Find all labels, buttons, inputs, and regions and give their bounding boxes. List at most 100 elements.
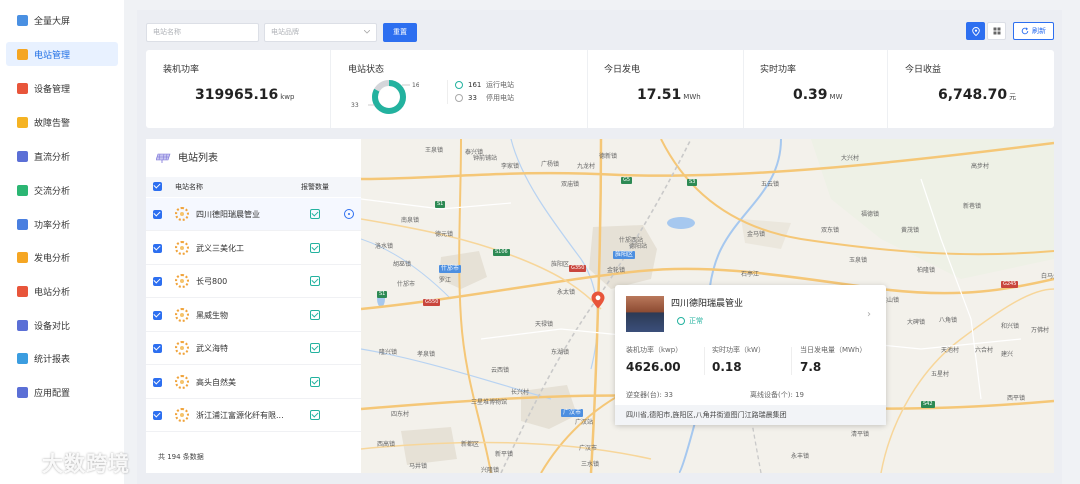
sidebar-item[interactable]: 统计报表 bbox=[6, 346, 118, 370]
map-place-label: 五云镇 bbox=[761, 181, 780, 188]
stat-income-value: 6,748.70 元 bbox=[938, 87, 1017, 103]
map-place-label: 洛水镇 bbox=[375, 243, 394, 250]
station-row[interactable]: 长弓800 bbox=[146, 265, 361, 298]
sidebar-item[interactable]: 应用配置 bbox=[6, 380, 118, 404]
map-place-label: 胡巫镇 bbox=[393, 261, 412, 268]
locate-icon[interactable] bbox=[344, 209, 354, 219]
station-name-input[interactable]: 电站名称 bbox=[146, 22, 259, 42]
report-checkbox[interactable] bbox=[310, 309, 320, 320]
station-gear-icon bbox=[175, 307, 189, 322]
station-gear-icon bbox=[175, 374, 189, 389]
report-checkbox[interactable] bbox=[310, 209, 320, 219]
station-row[interactable]: 浙江浦江富源化纤有限... bbox=[146, 399, 361, 432]
map-place-label: 金轮镇 bbox=[607, 267, 626, 274]
sidebar-item[interactable]: 电站分析 bbox=[6, 279, 118, 303]
map-place-label: 罗江 bbox=[439, 277, 452, 284]
map-place-label: 大兴村 bbox=[841, 155, 860, 162]
row-checkbox[interactable] bbox=[153, 210, 162, 219]
map-place-label: 清平镇 bbox=[851, 431, 870, 438]
check-circle-icon bbox=[677, 317, 685, 325]
check-circle-icon bbox=[455, 81, 463, 89]
map-place-label: 马井镇 bbox=[409, 463, 428, 470]
legend-stopped: 33 停用电站 bbox=[455, 93, 514, 103]
select-all-checkbox[interactable] bbox=[153, 182, 162, 191]
stat-realtime: 实时功率 0.39 MW bbox=[744, 50, 887, 128]
stat-installed: 装机功率 319965.16 kwp bbox=[146, 50, 330, 128]
refresh-button[interactable]: 刷新 bbox=[1013, 22, 1054, 40]
sidebar-item[interactable]: 发电分析 bbox=[6, 245, 118, 269]
map-road-sign: S1 bbox=[435, 201, 446, 208]
report-checkbox[interactable] bbox=[310, 410, 320, 420]
map-place-label: 广汉站 bbox=[575, 419, 594, 426]
station-map[interactable]: 王泉镇 泰兴镇 钟前铺站 德新镇 广杨镇 李家镇 九龙村 双庙镇 五云镇 高步村 新巷镇 大兴村 金马镇… bbox=[361, 139, 1054, 473]
report-checkbox[interactable] bbox=[310, 242, 320, 253]
station-list-title: 电站列表 bbox=[156, 149, 218, 164]
station-info-popup[interactable]: 四川德阳瑞晨管业 正常 › 装机功率（kwp） 4626.00 实时功率（kW）… bbox=[615, 285, 886, 425]
map-place-label: 东湖镇 bbox=[551, 349, 570, 356]
station-brand-placeholder: 电站品牌 bbox=[271, 28, 299, 36]
legend-running: 161 运行电站 bbox=[455, 80, 514, 90]
col-report-count: 报警数量 bbox=[301, 183, 329, 191]
sidebar-item-label: 统计报表 bbox=[34, 354, 71, 365]
row-checkbox[interactable] bbox=[153, 344, 162, 353]
map-place-label: 德阳站 bbox=[629, 243, 648, 250]
divider bbox=[791, 347, 792, 375]
sidebar-item[interactable]: 设备管理 bbox=[6, 76, 118, 100]
station-list-header: 电站名称 报警数量 bbox=[146, 177, 361, 197]
station-brand-select[interactable]: 电站品牌 bbox=[264, 22, 377, 42]
map-view-button[interactable] bbox=[966, 22, 985, 40]
sidebar-item[interactable]: 功率分析 bbox=[6, 212, 118, 236]
map-place-label: 南泉镇 bbox=[401, 217, 420, 224]
station-name: 武义海特 bbox=[196, 344, 228, 353]
grid-view-button[interactable] bbox=[987, 22, 1006, 40]
sidebar-item-icon bbox=[17, 251, 28, 263]
sidebar-item[interactable]: 设备对比 bbox=[6, 313, 118, 337]
sidebar-item-label: 功率分析 bbox=[34, 220, 71, 231]
sidebar-item[interactable]: 电站管理 bbox=[6, 42, 118, 66]
chevron-right-icon[interactable]: › bbox=[867, 309, 871, 320]
col-station-name: 电站名称 bbox=[175, 183, 203, 191]
map-place-label: 双东镇 bbox=[821, 227, 840, 234]
station-row[interactable]: 武义三美化工 bbox=[146, 232, 361, 265]
report-checkbox[interactable] bbox=[310, 343, 320, 353]
station-row[interactable]: 高头自然美 bbox=[146, 366, 361, 399]
row-checkbox[interactable] bbox=[153, 310, 162, 320]
row-checkbox[interactable] bbox=[153, 411, 162, 420]
watermark-text: 大数跨境 bbox=[42, 452, 130, 476]
map-city-guanghan: 广汉市 bbox=[561, 409, 584, 417]
station-location-pin-icon[interactable] bbox=[591, 291, 605, 309]
map-place-label: 王泉镇 bbox=[425, 147, 444, 154]
station-row[interactable]: 武义海特 bbox=[146, 332, 361, 365]
map-road-sign: S1 bbox=[377, 291, 388, 298]
map-place-label: 钟前铺站 bbox=[473, 155, 498, 162]
sidebar-item-icon bbox=[17, 116, 28, 128]
station-list-total: 共 194 条数据 bbox=[158, 453, 204, 461]
grid-icon bbox=[993, 27, 1000, 35]
sidebar-item[interactable]: 交流分析 bbox=[6, 178, 118, 202]
solar-panel-icon bbox=[156, 153, 171, 163]
report-checkbox[interactable] bbox=[310, 376, 320, 387]
sidebar-item[interactable]: 故障告警 bbox=[6, 110, 118, 134]
sidebar-item-label: 直流分析 bbox=[34, 152, 71, 163]
map-place-label: 三水镇 bbox=[581, 461, 600, 468]
row-checkbox[interactable] bbox=[153, 377, 162, 387]
donut-outer-value: 161 bbox=[412, 82, 419, 89]
sidebar-item-icon bbox=[17, 82, 28, 94]
station-row[interactable]: 黑威生物 bbox=[146, 299, 361, 332]
sidebar-item-icon bbox=[17, 285, 28, 297]
station-name: 高头自然美 bbox=[196, 377, 236, 387]
sidebar-item[interactable]: 直流分析 bbox=[6, 144, 118, 168]
sidebar-item[interactable]: 全量大屏 bbox=[6, 8, 118, 32]
station-row[interactable]: 四川德阳瑞晨管业 bbox=[146, 198, 361, 231]
stat-installed-label: 装机功率 bbox=[163, 65, 200, 75]
report-checkbox[interactable] bbox=[310, 276, 320, 286]
map-place-label: 金马镇 bbox=[747, 231, 766, 238]
reset-button[interactable]: 重置 bbox=[383, 22, 417, 42]
map-place-label: 旌阳区 bbox=[551, 261, 570, 268]
map-road-sign: G350 bbox=[569, 265, 587, 272]
map-place-label: 德新镇 bbox=[599, 153, 618, 160]
popup-metric-label: 装机功率（kwp） bbox=[626, 346, 683, 354]
popup-metric-label: 当日发电量（MWh） bbox=[800, 346, 867, 354]
row-checkbox[interactable] bbox=[153, 243, 162, 253]
row-checkbox[interactable] bbox=[153, 277, 162, 286]
